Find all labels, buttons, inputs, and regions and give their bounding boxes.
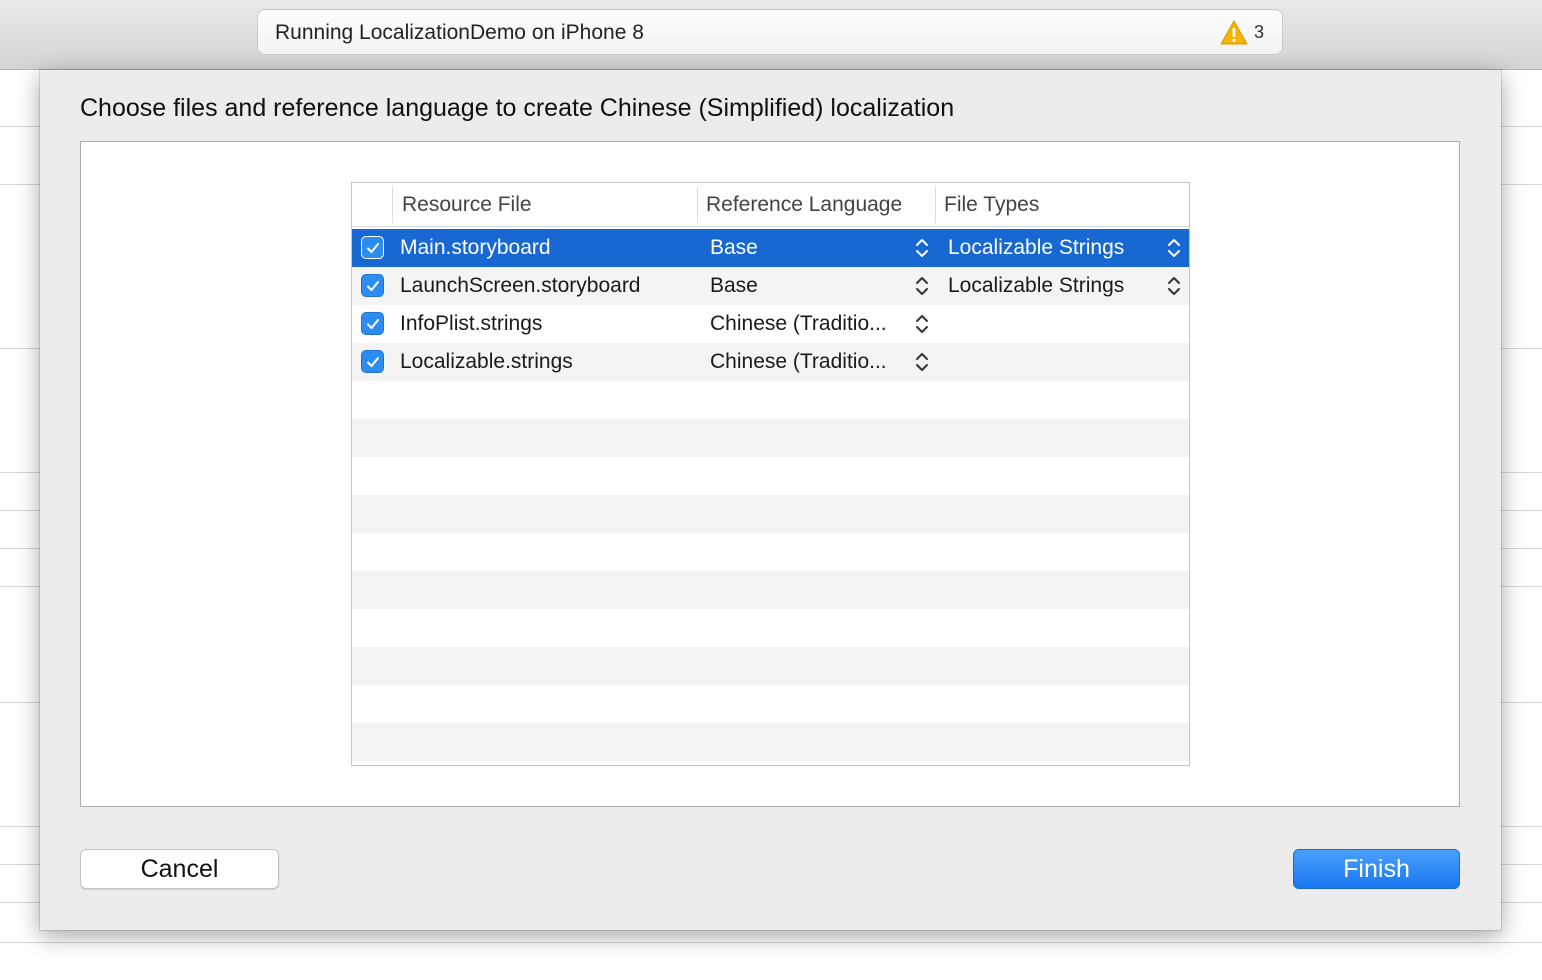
window-toolbar: Running LocalizationDemo on iPhone 8 3 [0,0,1542,70]
empty-table-row [352,609,1189,647]
language-stepper-icon[interactable] [915,314,929,334]
include-checkbox[interactable] [361,312,384,335]
include-checkbox[interactable] [361,350,384,373]
column-header-file-types[interactable]: File Types [944,183,1039,227]
file-type-value[interactable]: Localizable Strings [948,267,1124,305]
checkmark-icon [367,319,379,329]
warning-triangle-icon[interactable] [1220,20,1248,45]
resource-file-name: InfoPlist.strings [400,312,543,335]
checkmark-icon [367,243,379,253]
empty-table-row [352,533,1189,571]
empty-table-row [352,457,1189,495]
resource-table: Resource File Reference Language File Ty… [351,182,1190,766]
column-separator [697,187,698,223]
reference-language-value[interactable]: Chinese (Traditio... [710,343,887,381]
checkmark-icon [367,357,379,367]
warning-count: 3 [1254,22,1265,42]
finish-button[interactable]: Finish [1293,849,1460,889]
include-checkbox[interactable] [361,236,384,259]
resource-file-name: LaunchScreen.storyboard [400,274,641,297]
column-header-resource-file[interactable]: Resource File [402,183,532,227]
table-row[interactable]: LaunchScreen.storyboard Base Localizable S… [352,267,1189,305]
column-separator [935,187,936,223]
resource-file-name: Localizable.strings [400,350,573,373]
empty-table-row [352,647,1189,685]
reference-language-value[interactable]: Base [710,267,758,305]
empty-table-row [352,381,1189,419]
reference-language-value[interactable]: Chinese (Traditio... [710,305,887,343]
table-header: Resource File Reference Language File Ty… [352,183,1189,227]
file-type-value[interactable]: Localizable Strings [948,229,1124,267]
content-box: Resource File Reference Language File Ty… [80,141,1460,807]
empty-table-row [352,571,1189,609]
column-separator [392,187,393,223]
empty-table-row [352,685,1189,723]
table-row[interactable]: Main.storyboard Base Localizable Strings [352,229,1189,267]
language-stepper-icon[interactable] [915,352,929,372]
language-stepper-icon[interactable] [915,238,929,258]
reference-language-value[interactable]: Base [710,229,758,267]
include-checkbox[interactable] [361,274,384,297]
activity-title: Running LocalizationDemo on iPhone 8 [275,21,644,44]
checkmark-icon [367,281,379,291]
cancel-button[interactable]: Cancel [80,849,279,889]
file-type-stepper-icon[interactable] [1167,276,1181,296]
column-header-reference-language[interactable]: Reference Language [706,183,902,227]
empty-table-row [352,495,1189,533]
resource-file-name: Main.storyboard [400,236,551,259]
language-stepper-icon[interactable] [915,276,929,296]
empty-table-row [352,723,1189,761]
activity-viewer[interactable]: Running LocalizationDemo on iPhone 8 3 [257,9,1283,55]
empty-table-row [352,419,1189,457]
table-row[interactable]: Localizable.strings Chinese (Traditio... [352,343,1189,381]
sheet-title: Choose files and reference language to c… [80,94,955,122]
file-type-stepper-icon[interactable] [1167,238,1181,258]
localization-sheet: Choose files and reference language to c… [40,70,1501,930]
background-row-divider [0,942,1542,943]
table-row[interactable]: InfoPlist.strings Chinese (Traditio... [352,305,1189,343]
